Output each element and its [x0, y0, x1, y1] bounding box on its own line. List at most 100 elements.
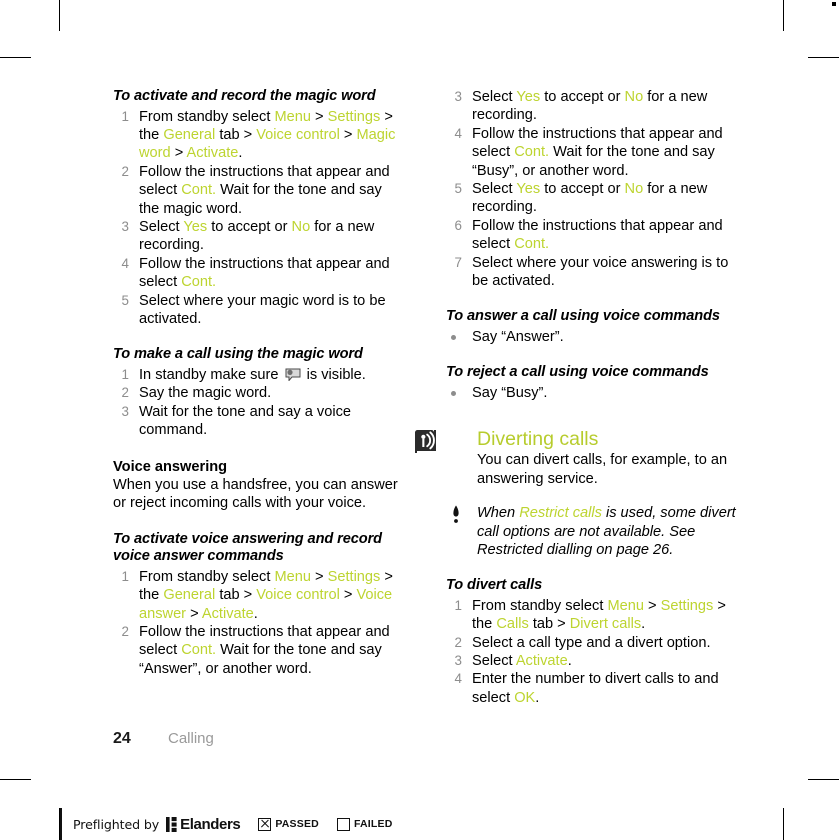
- left-column: To activate and record the magic word 1F…: [113, 88, 404, 678]
- chapter-diverting-calls: Diverting calls You can divert calls, fo…: [415, 428, 746, 488]
- ui-term: General: [163, 587, 216, 604]
- step-text: Select a call type and a divert option.: [472, 634, 711, 651]
- chapter-body-diverting-calls: You can divert calls, for example, to an…: [477, 452, 728, 487]
- step-item: 3 Select Yes to accept or No for a new re…: [113, 218, 404, 255]
- step-item: 1 From standby select Menu > Settings > t…: [113, 108, 404, 163]
- ui-term: No: [624, 181, 644, 198]
- elanders-logo: Elanders: [166, 815, 241, 833]
- ui-term: Voice control: [256, 587, 340, 604]
- step-item: 5 Select where your magic word is to be a…: [113, 292, 404, 329]
- step-number: 2: [121, 385, 129, 401]
- passed-checkbox-box[interactable]: [258, 817, 272, 831]
- ui-term: Cont.: [181, 274, 217, 291]
- step-text: Select where your voice answering is to …: [472, 254, 729, 290]
- step-item: 2 Follow the instructions that appear and…: [113, 623, 404, 678]
- heading-to-divert-calls: To divert calls: [446, 577, 543, 594]
- step-number: 4: [454, 125, 462, 141]
- steps-activate-voice-answering: 1 From standby select Menu > Settings > t…: [113, 568, 404, 678]
- ui-term: Yes: [183, 218, 208, 235]
- ui-term: Yes: [516, 89, 541, 105]
- ui-term: OK: [514, 689, 536, 706]
- step-item: 1 In standby make sure is visible.: [113, 366, 404, 384]
- bullet-item: Say “Answer”.: [446, 328, 746, 346]
- page-footer: 24 Calling: [113, 730, 713, 748]
- step-item: 4 Follow the instructions that appear and…: [113, 255, 404, 292]
- step-text: Select where your magic word is to be ac…: [139, 292, 386, 327]
- footer-chapter-name: Calling: [168, 730, 214, 747]
- step-number: 1: [121, 108, 129, 124]
- preflight-failed-checkbox[interactable]: FAILED: [336, 817, 393, 831]
- step-number: 2: [454, 634, 462, 650]
- step-number: 6: [454, 217, 462, 233]
- crop-mark-bottom-right-vertical: [783, 808, 784, 840]
- ui-term: Activate: [515, 653, 568, 670]
- ui-term: Activate: [186, 145, 239, 162]
- step-text: Follow the instructions that appear and …: [139, 623, 390, 677]
- bullet-item: Say “Busy”.: [446, 384, 746, 402]
- step-text: Select Activate.: [472, 653, 572, 670]
- step-text: Follow the instructions that appear and …: [139, 255, 390, 291]
- ui-term: Cont.: [514, 144, 550, 161]
- step-text: Follow the instructions that appear and …: [472, 217, 723, 253]
- step-text: Follow the instructions that appear and …: [139, 163, 390, 217]
- right-column: 3 Select Yes to accept or No for a new re…: [415, 88, 746, 707]
- step-item: 6 Follow the instructions that appear and…: [446, 217, 746, 254]
- step-text: Select Yes to accept or No for a new rec…: [472, 181, 708, 216]
- step-item: 7 Select where your voice answering is to…: [446, 254, 746, 291]
- step-number: 3: [454, 89, 462, 104]
- step-number: 1: [454, 597, 462, 613]
- step-item: 2 Say the magic word.: [113, 384, 404, 402]
- steps-activate-record-magic-word: 1 From standby select Menu > Settings > t…: [113, 108, 404, 329]
- ui-term: Settings: [327, 108, 381, 125]
- step-item: 3 Wait for the tone and say a voice comma…: [113, 403, 404, 440]
- ui-term: Settings: [660, 597, 714, 614]
- failed-label: FAILED: [353, 818, 393, 830]
- heading-voice-answering: Voice answering: [113, 458, 228, 475]
- elanders-mark-icon: [166, 816, 177, 832]
- step-number: 3: [121, 218, 129, 234]
- step-number: 4: [454, 671, 462, 687]
- elanders-wordmark: Elanders: [180, 815, 241, 833]
- step-number: 5: [121, 292, 129, 308]
- step-item: 1 From standby select Menu > Settings > t…: [446, 597, 746, 634]
- speech-bubble-icon: [285, 368, 301, 382]
- step-text: Follow the instructions that appear and …: [472, 125, 723, 179]
- heading-activate-record-magic-word: To activate and record the magic word: [113, 88, 376, 104]
- ui-term: Restrict calls: [519, 505, 602, 522]
- ui-term: Settings: [327, 568, 381, 585]
- step-text: Select Yes to accept or No for a new rec…: [472, 89, 708, 124]
- paragraph-voice-answering: When you use a handsfree, you can answer…: [113, 476, 398, 512]
- bullet-text: Say “Answer”.: [472, 328, 564, 345]
- page-number: 24: [113, 730, 131, 747]
- step-text: Wait for the tone and say a voice comman…: [139, 403, 351, 439]
- ui-term: Calls: [496, 616, 529, 633]
- step-item: 1 From standby select Menu > Settings > t…: [113, 568, 404, 623]
- note-restrict-calls: When Restrict calls is used, some divert…: [446, 504, 746, 559]
- ui-term: Voice control: [256, 126, 340, 143]
- bullet-marker: [451, 390, 456, 396]
- preflight-passed-checkbox[interactable]: PASSED: [258, 817, 319, 831]
- ui-term: Menu: [607, 597, 644, 614]
- step-number: 5: [454, 181, 462, 197]
- failed-checkbox-box[interactable]: [336, 817, 350, 831]
- bullets-reject-call-voice-commands: Say “Busy”.: [446, 384, 746, 402]
- passed-label: PASSED: [275, 818, 319, 830]
- steps-activate-voice-answering-continued: 3 Select Yes to accept or No for a new re…: [446, 88, 746, 290]
- ui-term: General: [163, 126, 216, 143]
- ui-term: Cont.: [181, 642, 217, 659]
- step-item: 3 Select Yes to accept or No for a new re…: [446, 88, 746, 125]
- step-text: Say the magic word.: [139, 385, 272, 402]
- heading-make-call-magic-word: To make a call using the magic word: [113, 346, 363, 363]
- note-text: When Restrict calls is used, some divert…: [477, 505, 736, 558]
- step-text: In standby make sure is visible.: [139, 366, 366, 383]
- ui-term: Cont.: [514, 236, 550, 253]
- step-text: From standby select Menu > Settings > th…: [139, 108, 396, 162]
- step-item: 2 Select a call type and a divert option.: [446, 634, 746, 652]
- ui-term: Activate: [201, 605, 254, 622]
- ui-term: No: [624, 89, 644, 105]
- step-number: 2: [121, 163, 129, 179]
- bullet-marker: [451, 334, 456, 340]
- step-text: Select Yes to accept or No for a new rec…: [139, 218, 375, 254]
- step-number: 3: [454, 653, 462, 669]
- ui-term: Menu: [274, 108, 311, 125]
